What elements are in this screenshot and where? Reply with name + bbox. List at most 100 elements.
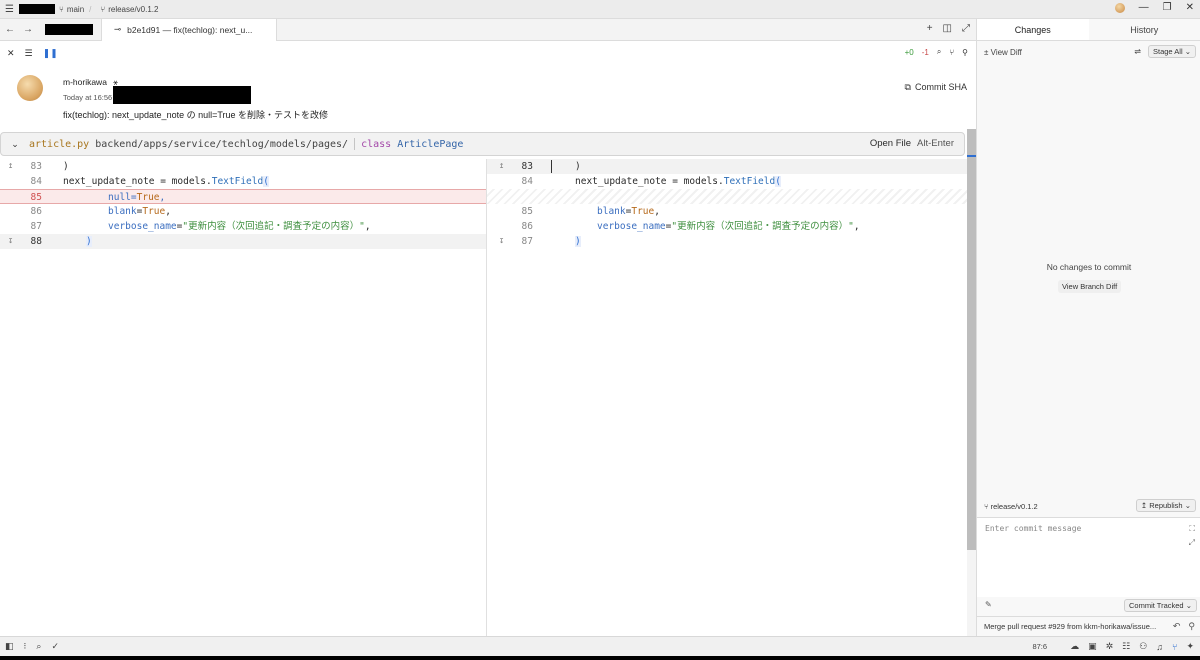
code-arg: verbose_name — [108, 221, 177, 232]
panel-tabs: Changes History — [977, 19, 1200, 41]
last-commit-actions: ↶ ⚲ — [1173, 621, 1195, 632]
last-commit-row[interactable]: Merge pull request #929 from kkm-horikaw… — [977, 616, 1200, 636]
diff-pane-right[interactable]: ↥ 83 ) 84 next_update_note = models.Text… — [487, 159, 967, 636]
file-path: backend/apps/service/techlog/models/page… — [95, 138, 349, 150]
minimize-icon[interactable]: — — [1139, 2, 1149, 13]
commit-message-input[interactable]: Enter commit message ⛶ ⤢ — [977, 517, 1200, 597]
diff-toolbar: ✕ ☰ ❚❚ +0 -1 ⌕ ⑂ ⚲ — [0, 41, 976, 65]
git-panel-icon[interactable]: ⑂ — [1172, 642, 1177, 652]
code-arg: verbose_name — [597, 221, 666, 232]
commit-message-placeholder: Enter commit message — [985, 524, 1082, 533]
window-controls: — ❐ ✕ — [1114, 2, 1194, 13]
last-commit-message: Merge pull request #929 from kkm-horikaw… — [984, 622, 1157, 631]
check-icon[interactable]: ✓ — [51, 641, 59, 652]
open-file-button[interactable]: Open File — [870, 138, 911, 149]
fullscreen-icon[interactable]: ⛶ — [1189, 524, 1195, 534]
branch-compare-icon[interactable]: ⑂ — [949, 48, 954, 57]
tab-changes[interactable]: Changes — [977, 19, 1089, 40]
shortcut-hint: Alt-Enter — [917, 138, 954, 149]
diff-line: 86 verbose_name="更新内容（次回追記・調査予定の内容）", — [521, 221, 860, 232]
expand-icon[interactable]: ⤢ — [1189, 538, 1195, 548]
redacted-project-name — [19, 4, 55, 14]
undo-icon[interactable]: ↶ — [1173, 621, 1181, 632]
unified-view-icon[interactable]: ☰ — [25, 48, 33, 59]
view-diff-button[interactable]: ± View Diff — [984, 48, 1022, 57]
code-arg: null — [108, 192, 131, 203]
user-avatar[interactable] — [1114, 2, 1125, 13]
pin-icon[interactable]: ⚲ — [962, 48, 968, 57]
commit-sha-button[interactable]: ⧉ Commit SHA — [905, 82, 967, 93]
chevron-down-icon[interactable]: ⌄ — [1, 139, 29, 150]
assistant-icon[interactable]: ✦ — [1186, 641, 1194, 652]
code-text: ) — [575, 234, 581, 249]
vertical-scrollbar[interactable] — [967, 129, 976, 550]
back-arrow-icon[interactable]: ← — [5, 24, 15, 35]
current-branch: ⑂ release/v0.1.2 — [984, 502, 1038, 511]
commit-icon: ⊸ — [114, 24, 122, 34]
cloud-icon[interactable]: ☁ — [1070, 641, 1079, 652]
code-text: next_update_note = models.TextField( — [63, 176, 269, 187]
code-kw: True — [631, 206, 655, 217]
diff-line: ↥ 83 ) — [8, 161, 69, 172]
commit-tracked-button[interactable]: Commit Tracked ⌄ — [1124, 599, 1197, 612]
stage-all-button[interactable]: Stage All ⌄ — [1148, 45, 1196, 58]
filter-icon[interactable]: ⇌ — [1134, 47, 1141, 56]
diff-icon: ± — [984, 48, 989, 57]
code-paren: ) — [575, 236, 581, 247]
view-branch-diff-button[interactable]: View Branch Diff — [1058, 280, 1122, 293]
diff-line: 84 next_update_note = models.TextField( — [30, 176, 269, 187]
expand-icon[interactable]: ⤢ — [962, 23, 970, 34]
bell-icon[interactable]: ♫ — [1156, 642, 1163, 652]
tab-history[interactable]: History — [1089, 19, 1200, 40]
hamburger-icon[interactable]: ☰ — [5, 4, 17, 15]
code-arg: blank — [108, 206, 137, 217]
class-keyword: class — [361, 138, 392, 150]
collapse-all-icon[interactable]: ✕ — [7, 48, 15, 59]
maximize-icon[interactable]: ❐ — [1163, 2, 1172, 13]
screen-edge — [0, 656, 1200, 660]
changes-panel: Changes History ± View Diff ⇌ Stage All … — [976, 19, 1200, 636]
close-icon[interactable]: ✕ — [1186, 2, 1194, 13]
split-view-toggle-icon[interactable]: ❚❚ — [43, 48, 58, 59]
code-paren: ( — [775, 176, 781, 187]
upload-icon: ↥ — [1140, 501, 1148, 510]
tab-redacted[interactable] — [36, 18, 102, 41]
status-left: ◧ ⁝ ⌕ ✓ — [5, 641, 59, 652]
diff-line: 87 verbose_name="更新内容（次回追記・調査予定の内容）", — [30, 221, 371, 232]
tab-commit-diff[interactable]: ⊸ b2e1d91 — fix(techlog): next_u... — [102, 18, 277, 41]
commit-message: fix(techlog): next_update_note の null=Tr… — [63, 110, 329, 120]
forward-arrow-icon[interactable]: → — [23, 24, 33, 35]
outline-icon[interactable]: ⁝ — [24, 641, 27, 652]
separator: / — [89, 4, 92, 14]
sidebar-toggle-icon[interactable]: ◧ — [5, 641, 14, 652]
republish-button[interactable]: ↥ Republish ⌄ — [1135, 499, 1196, 512]
panel-toolbar: ± View Diff ⇌ Stage All ⌄ — [977, 41, 1200, 61]
debug-icon[interactable]: ✲ — [1106, 641, 1114, 652]
scrollbar-track[interactable] — [967, 550, 976, 636]
scroll-change-marker — [967, 155, 976, 157]
diff-line: ↧ 87 ) — [499, 234, 581, 249]
terminal-icon[interactable]: ▣ — [1088, 641, 1097, 652]
code-text: verbose_name="更新内容（次回追記・調査予定の内容）", — [597, 221, 860, 232]
collab-icon[interactable]: ⚇ — [1139, 641, 1147, 652]
pin-icon[interactable]: ⚲ — [1188, 621, 1195, 632]
cursor-position[interactable]: 87:6 — [1032, 642, 1047, 651]
branch-release[interactable]: ⑂ release/v0.1.2 — [100, 5, 158, 14]
diff-line: 84 next_update_note = models.TextField( — [521, 176, 781, 187]
code-text: blank=True, — [597, 206, 660, 217]
diff-pane-left[interactable]: ↥ 83 ) 84 next_update_note = models.Text… — [0, 159, 486, 636]
diff-line: ↥ 83 ) — [487, 159, 967, 174]
diff-filler — [487, 189, 967, 204]
split-view-icon[interactable]: ◫ — [943, 23, 952, 34]
file-header[interactable]: ⌄ article.py backend/apps/service/techlo… — [0, 132, 965, 156]
open-file-action[interactable]: Open File Alt-Enter — [870, 138, 954, 149]
edit-icon[interactable]: ✎ — [985, 600, 992, 609]
deletions-count: -1 — [921, 47, 929, 57]
code-kw: True — [142, 206, 166, 217]
new-tab-icon[interactable]: + — [927, 23, 933, 34]
list-icon[interactable]: ☷ — [1122, 641, 1130, 652]
branch-main[interactable]: ⑂ main — [59, 5, 84, 14]
search-icon[interactable]: ⌕ — [937, 47, 941, 57]
chevron-down-icon: ⌄ — [1184, 501, 1191, 510]
search-icon[interactable]: ⌕ — [36, 641, 41, 652]
